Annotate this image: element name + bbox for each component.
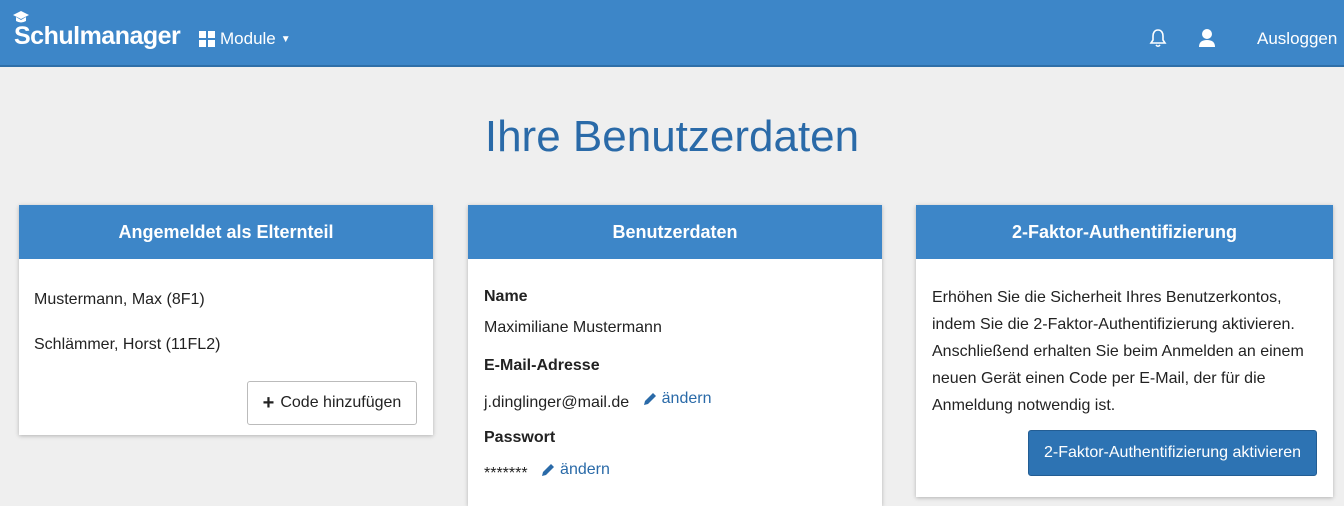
graduation-cap-icon (13, 11, 29, 23)
navbar: Schulmanager Module ▼ Ausloggen (0, 0, 1344, 67)
password-value: ******* (484, 465, 528, 482)
pencil-icon (643, 393, 656, 405)
modules-label: Module (220, 29, 276, 48)
logout-link[interactable]: Ausloggen (1257, 29, 1337, 49)
edit-password-label: ändern (560, 461, 610, 478)
parent-card: Angemeldet als Elternteil Mustermann, Ma… (19, 205, 433, 435)
activate-2fa-button[interactable]: 2-Faktor-Authentifizierung aktivieren (1028, 430, 1317, 476)
brand-name: Schulmanager (14, 22, 181, 50)
user-icon[interactable] (1198, 28, 1216, 48)
password-label: Passwort (484, 429, 556, 446)
email-label: E-Mail-Adresse (484, 357, 600, 374)
edit-email-label: ändern (661, 390, 712, 407)
modules-menu[interactable]: Module ▼ (199, 29, 291, 49)
grid-icon (199, 31, 215, 47)
name-value: Maximiliane Mustermann (484, 319, 662, 336)
bell-icon[interactable] (1149, 28, 1167, 48)
add-code-label: Code hinzufügen (280, 394, 402, 411)
edit-password-link[interactable]: ändern (540, 461, 610, 479)
child-entry: Schlämmer, Horst (11FL2) (34, 336, 221, 353)
user-data-card-title: Benutzerdaten (468, 205, 882, 259)
twofa-card-title: 2-Faktor-Authentifizierung (916, 205, 1333, 259)
twofa-description: Erhöhen Sie die Sicherheit Ihres Benutze… (932, 289, 1304, 414)
name-label: Name (484, 288, 528, 305)
password-row: ******* ändern (484, 461, 610, 483)
parent-card-title: Angemeldet als Elternteil (19, 205, 433, 259)
chevron-down-icon: ▼ (280, 33, 291, 45)
child-entry: Mustermann, Max (8F1) (34, 291, 205, 308)
user-data-card: Benutzerdaten Name Maximiliane Musterman… (468, 205, 882, 506)
twofa-card: 2-Faktor-Authentifizierung Erhöhen Sie d… (916, 205, 1333, 497)
add-code-button[interactable]: + Code hinzufügen (247, 381, 417, 425)
email-row: j.dinglinger@mail.de ändern (484, 390, 711, 412)
plus-icon: + (262, 391, 275, 414)
edit-email-link[interactable]: ändern (642, 390, 712, 408)
pencil-icon (542, 464, 555, 476)
email-value: j.dinglinger@mail.de (484, 394, 630, 411)
brand-logo[interactable]: Schulmanager (13, 11, 181, 51)
page-title: Ihre Benutzerdaten (484, 112, 860, 161)
